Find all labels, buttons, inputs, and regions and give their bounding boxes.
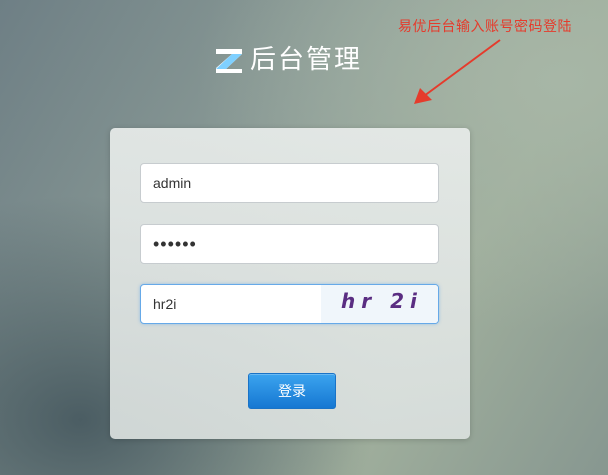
z-logo-icon	[216, 49, 242, 73]
captcha-image-text: hr 2i	[341, 289, 423, 313]
brand: 后台管理	[214, 42, 362, 78]
login-panel: hr 2i 登录	[110, 128, 470, 439]
captcha-image[interactable]: hr 2i	[321, 285, 438, 323]
annotation-arrow-icon	[414, 39, 501, 104]
password-input[interactable]	[140, 224, 439, 264]
login-button[interactable]: 登录	[248, 373, 336, 409]
username-input[interactable]	[140, 163, 439, 203]
annotation-text: 易优后台输入账号密码登陆	[398, 19, 572, 35]
captcha-input[interactable]	[141, 285, 345, 323]
captcha-field: hr 2i	[140, 284, 439, 324]
brand-title: 后台管理	[250, 45, 363, 75]
